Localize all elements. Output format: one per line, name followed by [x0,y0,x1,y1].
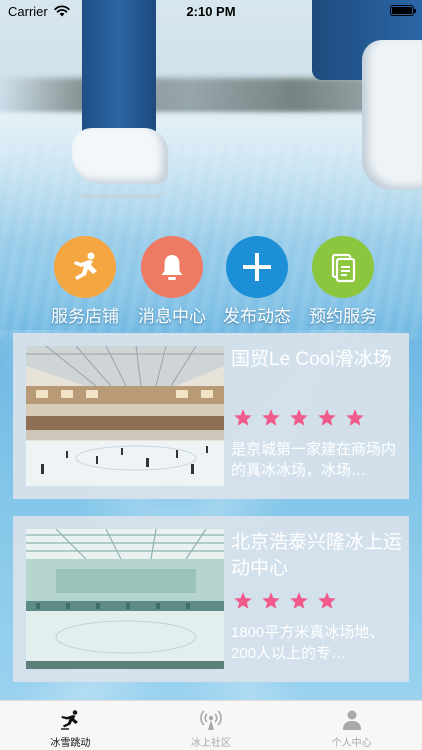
document-icon [312,236,374,298]
star-icon [262,409,280,426]
person-icon [342,710,361,730]
quick-action-booking[interactable]: 预约服务 [298,236,388,326]
tab-community[interactable]: 冰上社区 [141,701,282,750]
quick-action-label: 消息中心 [138,307,206,326]
star-icon [318,592,336,609]
quick-action-messages[interactable]: 消息中心 [127,236,217,326]
quick-actions: 服务店铺 消息中心 发布动态 预约服务 [40,236,390,326]
star-icon [262,592,280,609]
venue-photo [26,346,224,486]
plus-icon [226,236,288,298]
star-icon [346,409,364,426]
tab-label: 冰雪跳动 [50,738,91,749]
star-icon [234,592,252,609]
venue-photo [26,529,224,669]
venue-title: 北京浩泰兴隆冰上运动中心 [231,532,403,579]
quick-action-post[interactable]: 发布动态 [212,236,302,326]
venue-description: 1800平方米真冰场地、200人以上的专… [231,624,385,662]
tab-label: 冰上社区 [191,738,231,749]
tab-bar: 冰雪跳动 冰上社区 个人中心 [0,700,422,750]
skater-icon [61,710,79,730]
tab-home[interactable]: 冰雪跳动 [0,701,141,750]
venue-card[interactable]: 国贸Le Cool滑冰场 是京城第一家建在商场内的真冰冰场，冰场… [13,333,409,499]
quick-action-label: 服务店铺 [51,307,119,326]
venue-title: 国贸Le Cool滑冰场 [231,349,392,370]
tab-profile[interactable]: 个人中心 [281,701,422,750]
star-icon [318,409,336,426]
rating-stars [233,591,337,611]
quick-action-label: 预约服务 [309,307,377,326]
star-icon [290,409,308,426]
quick-action-service-shops[interactable]: 服务店铺 [40,236,130,326]
venue-card[interactable]: 北京浩泰兴隆冰上运动中心 1800平方米真冰场地、200人以上的专… [13,516,409,682]
battery-icon [390,5,416,16]
star-icon [234,409,252,426]
quick-action-label: 发布动态 [223,307,291,326]
star-icon [290,592,308,609]
tab-label: 个人中心 [331,738,372,749]
venue-description: 是京城第一家建在商场内的真冰冰场，冰场… [231,441,397,479]
bell-icon [141,236,203,298]
status-bar: Carrier 2:10 PM [0,0,422,22]
broadcast-icon [200,710,222,730]
rating-stars [233,408,365,428]
skater-icon [54,236,116,298]
status-time: 2:10 PM [186,4,236,19]
